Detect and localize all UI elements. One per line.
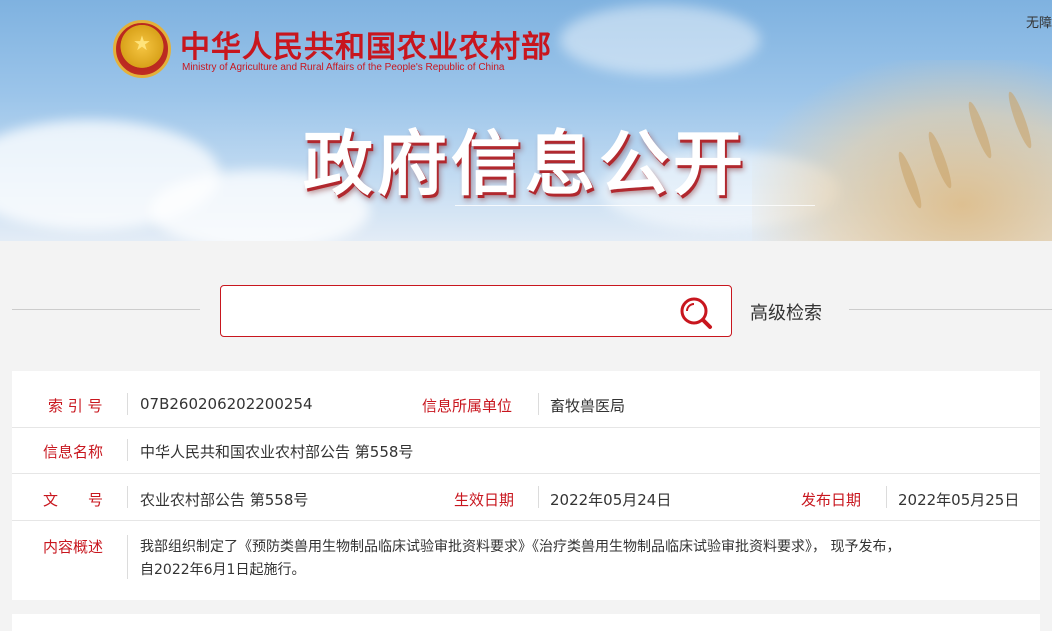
ministry-name-en: Ministry of Agriculture and Rural Affair… (182, 62, 505, 73)
summary-line-2: 自2022年6月1日起施行。 (140, 562, 306, 578)
effective-date-value: 2022年05月24日 (550, 491, 672, 509)
info-row-name: 信息名称 中华人民共和国农业农村部公告 第558号 (12, 428, 1040, 474)
cloud-decoration (560, 5, 760, 75)
publish-date-value: 2022年05月25日 (898, 491, 1020, 509)
column-separator (127, 535, 128, 579)
summary-line-1: 我部组织制定了《预防类兽用生物制品临床试验审批资料要求》《治疗类兽用生物制品临床… (140, 539, 901, 555)
header-banner: 中华人民共和国农业农村部 Ministry of Agriculture and… (0, 0, 1052, 241)
index-label: 索 引 号 (48, 397, 103, 415)
national-emblem-icon[interactable] (113, 20, 171, 78)
doc-number-value: 农业农村部公告 第558号 (140, 491, 309, 509)
search-input[interactable] (231, 294, 661, 328)
banner-title: 政府信息公开 (303, 122, 747, 205)
banner-divider (455, 205, 815, 206)
info-table: 索 引 号 07B260206202200254 信息所属单位 畜牧兽医局 信息… (12, 371, 1040, 600)
unit-label: 信息所属单位 (422, 397, 513, 415)
index-value: 07B260206202200254 (140, 395, 313, 413)
search-icon[interactable] (677, 294, 717, 332)
search-box (220, 285, 732, 337)
name-value: 中华人民共和国农业农村部公告 第558号 (140, 443, 414, 461)
search-section: 高级检索 (0, 241, 1052, 366)
column-separator (127, 486, 128, 508)
name-label: 信息名称 (43, 443, 104, 461)
summary-label: 内容概述 (43, 538, 104, 556)
info-row-index: 索 引 号 07B260206202200254 信息所属单位 畜牧兽医局 (12, 371, 1040, 428)
wheat-decoration (752, 60, 1052, 241)
column-separator (127, 439, 128, 461)
column-separator (538, 393, 539, 415)
accessibility-link[interactable]: 无障 (1026, 12, 1052, 31)
doc-number-label: 文 号 (43, 491, 104, 509)
column-separator (127, 393, 128, 415)
effective-date-label: 生效日期 (454, 491, 515, 509)
content-panel-start (12, 614, 1040, 631)
info-row-doc: 文 号 农业农村部公告 第558号 生效日期 2022年05月24日 发布日期 … (12, 474, 1040, 521)
column-separator (886, 486, 887, 508)
unit-value: 畜牧兽医局 (550, 397, 626, 415)
info-row-summary: 内容概述 我部组织制定了《预防类兽用生物制品临床试验审批资料要求》《治疗类兽用生… (12, 521, 1040, 600)
advanced-search-link[interactable]: 高级检索 (750, 299, 822, 325)
ministry-name-cn[interactable]: 中华人民共和国农业农村部 (180, 22, 552, 66)
divider-line (849, 309, 1052, 310)
column-separator (538, 486, 539, 508)
divider-line (12, 309, 200, 310)
publish-date-label: 发布日期 (801, 491, 862, 509)
